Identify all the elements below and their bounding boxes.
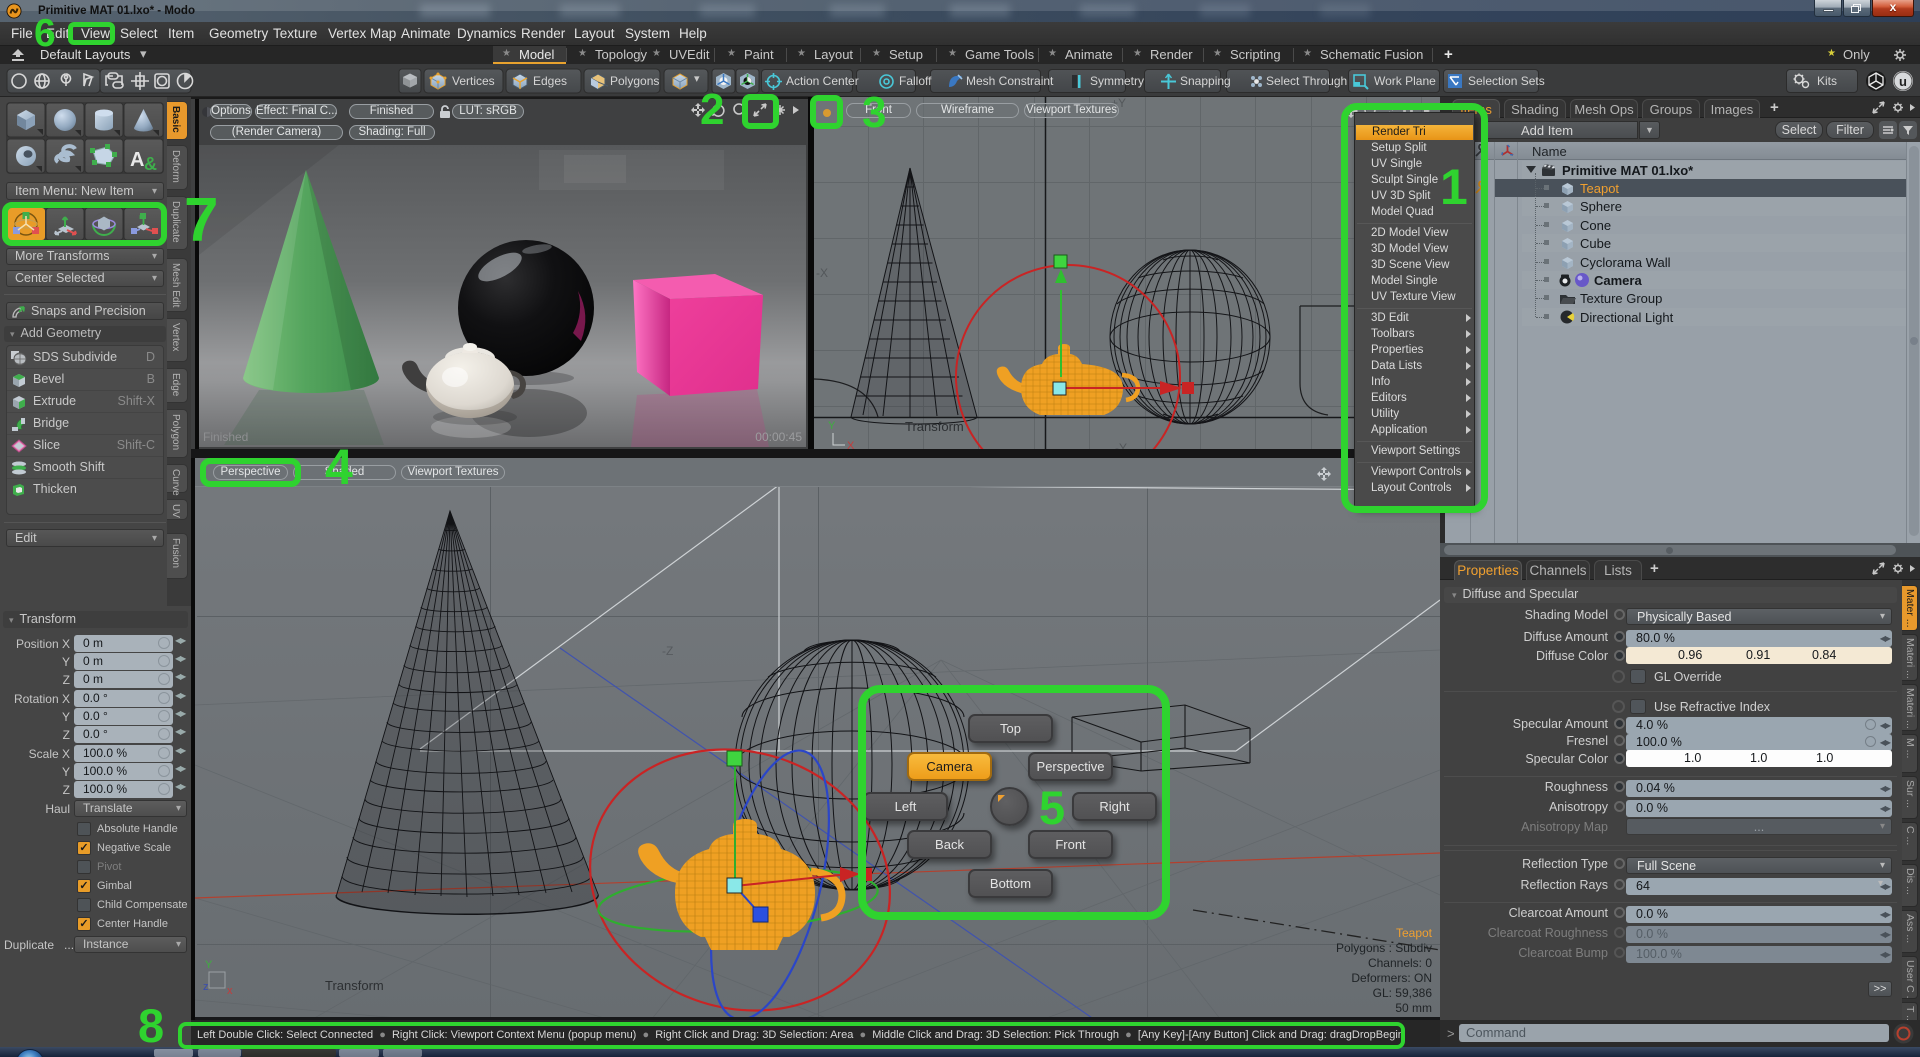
svg-text:Polygons : Subdiv: Polygons : Subdiv: [1336, 941, 1432, 955]
svg-text:-Z: -Z: [662, 644, 673, 658]
svg-text:Y: Y: [205, 959, 213, 971]
svg-text:Transform: Transform: [325, 978, 384, 993]
svg-text:00:00:45: 00:00:45: [755, 430, 802, 444]
svg-text:&: &: [144, 154, 157, 174]
svg-text:Finished: Finished: [203, 430, 248, 444]
svg-text:u: u: [1899, 74, 1907, 89]
svg-text:Y: Y: [828, 420, 836, 432]
svg-text:z: z: [203, 981, 209, 993]
svg-text:Deformers: ON: Deformers: ON: [1351, 971, 1432, 985]
svg-text:A: A: [130, 149, 144, 171]
svg-text:Teapot: Teapot: [1396, 926, 1433, 940]
svg-text:GL: 59,386: GL: 59,386: [1373, 986, 1433, 1000]
svg-text:x: x: [227, 985, 233, 997]
svg-text:Transform: Transform: [905, 419, 964, 434]
svg-text:50 mm: 50 mm: [1395, 1001, 1432, 1015]
svg-text:-X: -X: [816, 266, 828, 280]
svg-text:Channels: 0: Channels: 0: [1368, 956, 1432, 970]
